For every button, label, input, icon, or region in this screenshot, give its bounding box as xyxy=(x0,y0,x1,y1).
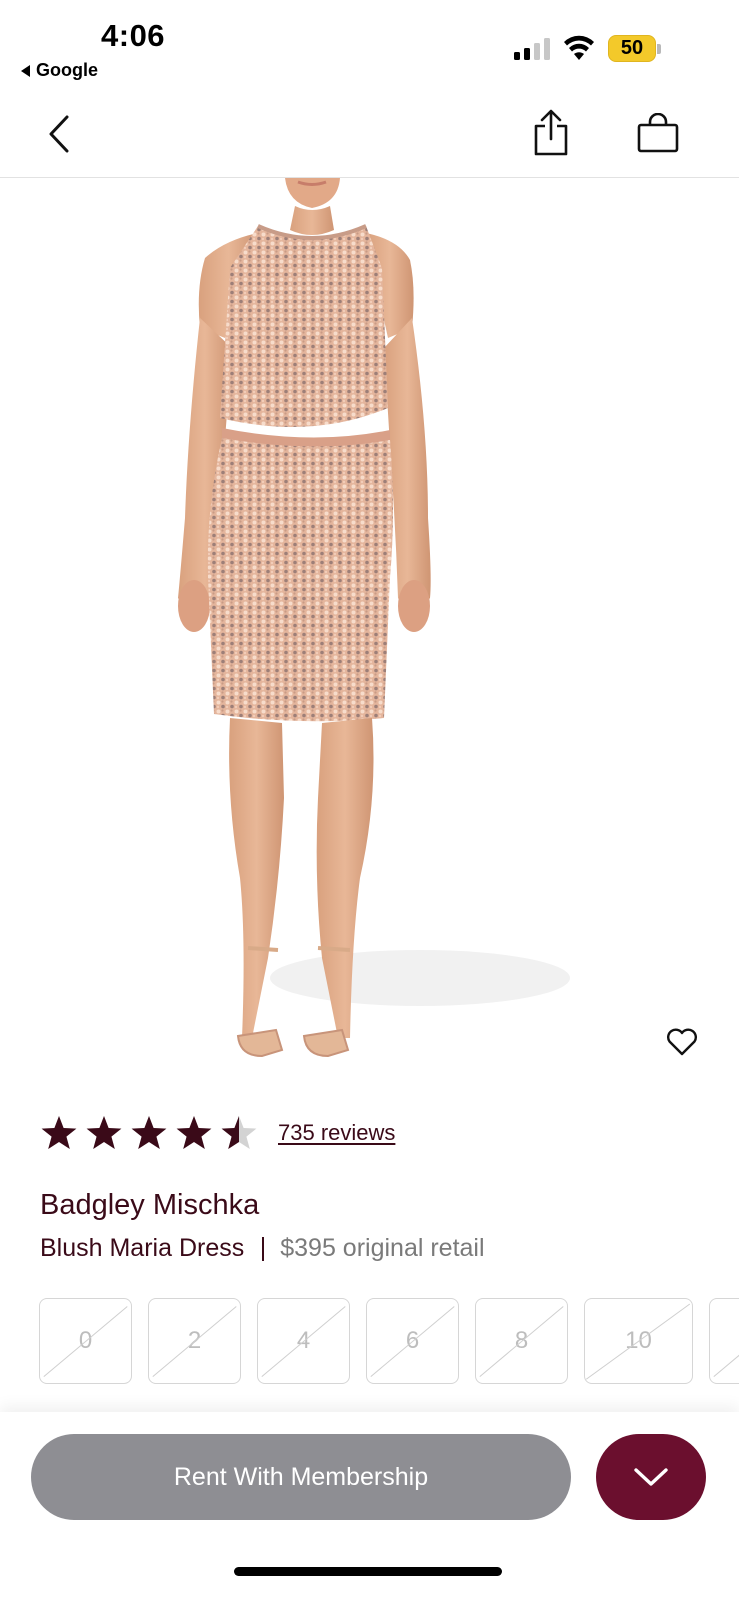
battery-nub xyxy=(657,44,661,54)
shopping-bag-icon xyxy=(637,113,679,153)
product-image[interactable] xyxy=(0,178,739,1078)
size-selector: 0 2 4 6 8 10 xyxy=(39,1298,739,1386)
chevron-down-icon xyxy=(634,1468,668,1486)
wifi-icon xyxy=(564,35,594,60)
status-bar: 4:06 Google 50 xyxy=(0,0,739,92)
chevron-left-icon xyxy=(49,115,69,153)
rating-row: 735 reviews xyxy=(40,1113,395,1153)
size-option[interactable]: 8 xyxy=(475,1298,568,1384)
product-line: Blush Maria Dress $395 original retail xyxy=(40,1234,485,1263)
share-button[interactable] xyxy=(524,106,578,160)
size-option-partial[interactable] xyxy=(709,1298,739,1384)
rent-with-membership-button[interactable]: Rent With Membership xyxy=(31,1434,571,1520)
brand-name[interactable]: Badgley Mischka xyxy=(40,1189,259,1222)
divider xyxy=(262,1236,265,1261)
heart-icon xyxy=(667,1028,697,1056)
cellular-signal-icon xyxy=(514,38,550,60)
back-app-label: Google xyxy=(36,60,98,80)
size-option[interactable]: 10 xyxy=(584,1298,693,1384)
back-triangle-icon xyxy=(21,64,30,77)
star-icon xyxy=(221,1116,257,1149)
retail-price: $395 original retail xyxy=(280,1234,485,1262)
back-to-google-link[interactable]: Google xyxy=(21,60,98,81)
share-icon xyxy=(534,109,568,156)
size-option[interactable]: 2 xyxy=(148,1298,241,1384)
nav-bar xyxy=(0,92,739,178)
status-time: 4:06 xyxy=(101,18,166,53)
star-icon xyxy=(86,1116,122,1149)
size-option[interactable]: 6 xyxy=(366,1298,459,1384)
expand-options-button[interactable] xyxy=(596,1434,706,1520)
star-icon xyxy=(131,1116,167,1149)
battery-level: 50 xyxy=(620,37,644,59)
product-name: Blush Maria Dress xyxy=(40,1234,245,1262)
reviews-link[interactable]: 735 reviews xyxy=(278,1120,395,1146)
rent-button-label: Rent With Membership xyxy=(173,1462,429,1491)
back-button[interactable] xyxy=(36,110,82,158)
home-indicator xyxy=(234,1567,502,1576)
size-option[interactable]: 0 xyxy=(39,1298,132,1384)
dress-photo xyxy=(178,178,570,1058)
bottom-action-bar: Rent With Membership xyxy=(0,1412,739,1600)
favorite-button[interactable] xyxy=(662,1024,702,1060)
shopping-bag-button[interactable] xyxy=(630,106,686,160)
size-option[interactable]: 4 xyxy=(257,1298,350,1384)
star-rating xyxy=(40,1114,258,1152)
star-icon xyxy=(176,1116,212,1149)
battery-icon: 50 xyxy=(608,35,656,62)
star-icon xyxy=(41,1116,77,1149)
